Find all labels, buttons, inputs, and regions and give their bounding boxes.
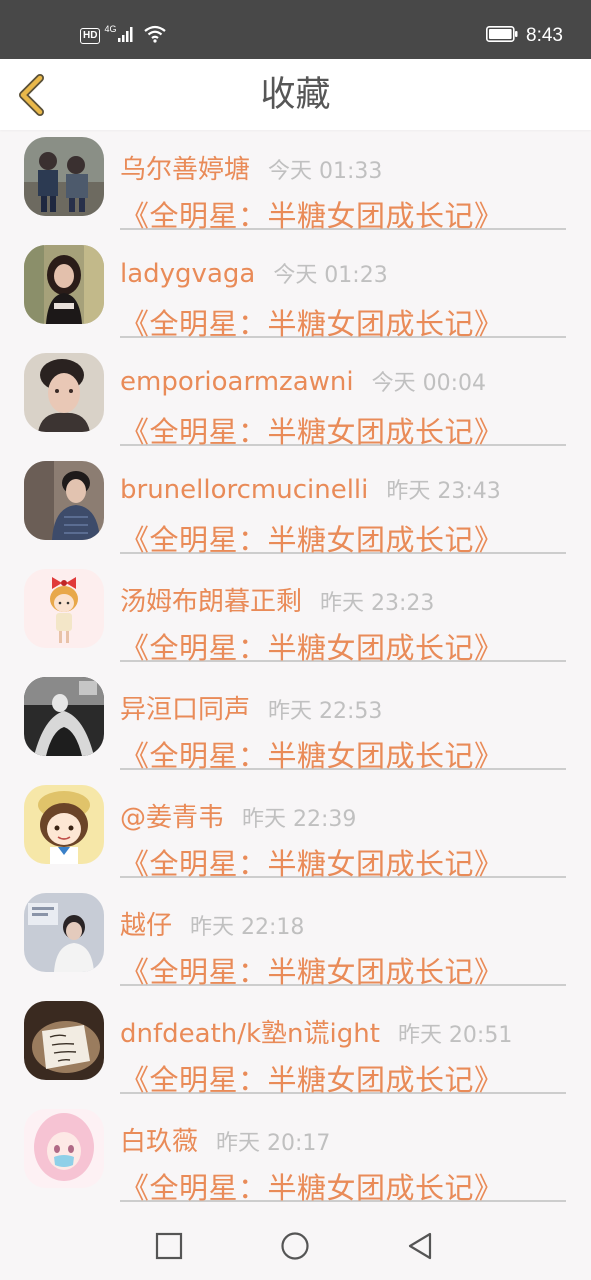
avatar[interactable] [24,785,104,864]
avatar[interactable] [24,1109,104,1188]
system-back-button[interactable] [405,1230,437,1262]
list-item-text: 越仔 昨天 22:18 《全明星：半糖女团成长记》 [120,892,566,989]
line-primary: ladygvaga 今天 01:23 [120,257,388,289]
collection-title[interactable]: 《全明星：半糖女团成长记》 [120,517,504,559]
timestamp: 昨天 22:39 [242,807,357,832]
avatar[interactable] [24,569,104,648]
home-icon [281,1232,309,1260]
avatar[interactable] [24,893,104,972]
timestamp: 昨天 23:43 [386,479,501,504]
line-primary: @姜青韦 昨天 22:39 [120,797,356,833]
line-primary: dnfdeath/k塾n谎ight 昨天 20:51 [120,1013,512,1049]
status-bar: HD 4G 8:43 [0,0,591,59]
network-type: 4G [104,24,117,34]
clock: 8:43 [526,25,563,46]
list-item[interactable]: 越仔 昨天 22:18 《全明星：半糖女团成长记》 [0,886,591,994]
list-item-text: @姜青韦 昨天 22:39 《全明星：半糖女团成长记》 [120,784,566,881]
list-item[interactable]: 异洹口同声 昨天 22:53 《全明星：半糖女团成长记》 [0,670,591,778]
list-item-text: 白玖薇 昨天 20:17 《全明星：半糖女团成长记》 [120,1108,566,1205]
timestamp: 今天 00:04 [371,371,486,396]
username[interactable]: 异洹口同声 [120,689,250,726]
list-item[interactable]: @姜青韦 昨天 22:39 《全明星：半糖女团成长记》 [0,778,591,886]
line-primary: 异洹口同声 昨天 22:53 [120,689,382,725]
avatar[interactable] [24,1001,104,1080]
username[interactable]: dnfdeath/k塾n谎ight [120,1013,380,1050]
line-primary: 乌尔善婷塘 今天 01:33 [120,149,382,185]
username[interactable]: 越仔 [120,905,172,942]
collection-title[interactable]: 《全明星：半糖女团成长记》 [120,949,504,991]
timestamp: 昨天 23:23 [320,591,435,616]
line-primary: 白玖薇 昨天 20:17 [120,1121,330,1157]
timestamp: 昨天 20:51 [397,1023,513,1048]
list-item-text: 乌尔善婷塘 今天 01:33 《全明星：半糖女团成长记》 [120,136,566,233]
list-item-text: 异洹口同声 昨天 22:53 《全明星：半糖女团成长记》 [120,676,566,773]
collection-title[interactable]: 《全明星：半糖女团成长记》 [120,1057,504,1099]
list-item-text: ladygvaga 今天 01:23 《全明星：半糖女团成长记》 [120,244,566,341]
recent-apps-icon [155,1232,183,1260]
title-bar: 收藏 [0,59,591,130]
username[interactable]: 白玖薇 [120,1121,198,1158]
list-item[interactable]: 汤姆布朗暮正剩 昨天 23:23 《全明星：半糖女团成长记》 [0,562,591,670]
wifi-icon [144,25,167,47]
list-item-text: 汤姆布朗暮正剩 昨天 23:23 《全明星：半糖女团成长记》 [120,568,566,665]
page-title: 收藏 [260,75,331,115]
line-primary: 汤姆布朗暮正剩 昨天 23:23 [120,581,434,617]
recent-apps-button[interactable] [153,1230,185,1262]
back-icon [408,1232,432,1260]
timestamp: 昨天 22:18 [190,915,305,940]
home-button[interactable] [279,1230,311,1262]
collection-title[interactable]: 《全明星：半糖女团成长记》 [120,193,504,235]
list-item-text: emporioarmzawni 今天 00:04 《全明星：半糖女团成长记》 [120,352,566,449]
line-primary: brunellorcmucinelli 昨天 23:43 [120,473,501,505]
avatar[interactable] [24,137,104,216]
list-item[interactable]: ladygvaga 今天 01:23 《全明星：半糖女团成长记》 [0,238,591,346]
signal-icon [118,26,134,46]
list-item[interactable]: emporioarmzawni 今天 00:04 《全明星：半糖女团成长记》 [0,346,591,454]
list-item[interactable]: dnfdeath/k塾n谎ight 昨天 20:51 《全明星：半糖女团成长记》 [0,994,591,1102]
system-nav-bar [0,1212,591,1280]
collection-title[interactable]: 《全明星：半糖女团成长记》 [120,301,504,343]
status-left: HD 4G [80,24,167,48]
timestamp: 昨天 22:53 [268,699,383,724]
avatar[interactable] [24,677,104,756]
avatar[interactable] [24,245,104,324]
timestamp: 昨天 20:17 [216,1131,331,1156]
avatar[interactable] [24,353,104,432]
list-item[interactable]: 白玖薇 昨天 20:17 《全明星：半糖女团成长记》 [0,1102,591,1210]
username[interactable]: emporioarmzawni [120,367,354,397]
line-primary: emporioarmzawni 今天 00:04 [120,365,486,397]
username[interactable]: brunellorcmucinelli [120,475,368,505]
username[interactable]: @姜青韦 [120,797,224,834]
username[interactable]: 乌尔善婷塘 [120,149,250,186]
avatar[interactable] [24,461,104,540]
collection-title[interactable]: 《全明星：半糖女团成长记》 [120,625,504,667]
collection-title[interactable]: 《全明星：半糖女团成长记》 [120,409,504,451]
username[interactable]: ladygvaga [120,259,255,289]
collection-title[interactable]: 《全明星：半糖女团成长记》 [120,1165,504,1207]
collection-title[interactable]: 《全明星：半糖女团成长记》 [120,733,504,775]
list-item-text: brunellorcmucinelli 昨天 23:43 《全明星：半糖女团成长… [120,460,566,557]
list-item-text: dnfdeath/k塾n谎ight 昨天 20:51 《全明星：半糖女团成长记》 [120,1000,566,1097]
hd-badge: HD [80,28,101,44]
collection-title[interactable]: 《全明星：半糖女团成长记》 [120,841,504,883]
timestamp: 今天 01:33 [268,159,383,184]
timestamp: 今天 01:23 [273,263,388,288]
list-item[interactable]: 乌尔善婷塘 今天 01:33 《全明星：半糖女团成长记》 [0,130,591,238]
line-primary: 越仔 昨天 22:18 [120,905,304,941]
battery-icon [486,26,518,46]
username[interactable]: 汤姆布朗暮正剩 [120,581,302,618]
list-item[interactable]: brunellorcmucinelli 昨天 23:43 《全明星：半糖女团成长… [0,454,591,562]
favorites-list: 乌尔善婷塘 今天 01:33 《全明星：半糖女团成长记》 ladygvaga 今… [0,130,591,1212]
status-right: 8:43 [486,24,563,48]
